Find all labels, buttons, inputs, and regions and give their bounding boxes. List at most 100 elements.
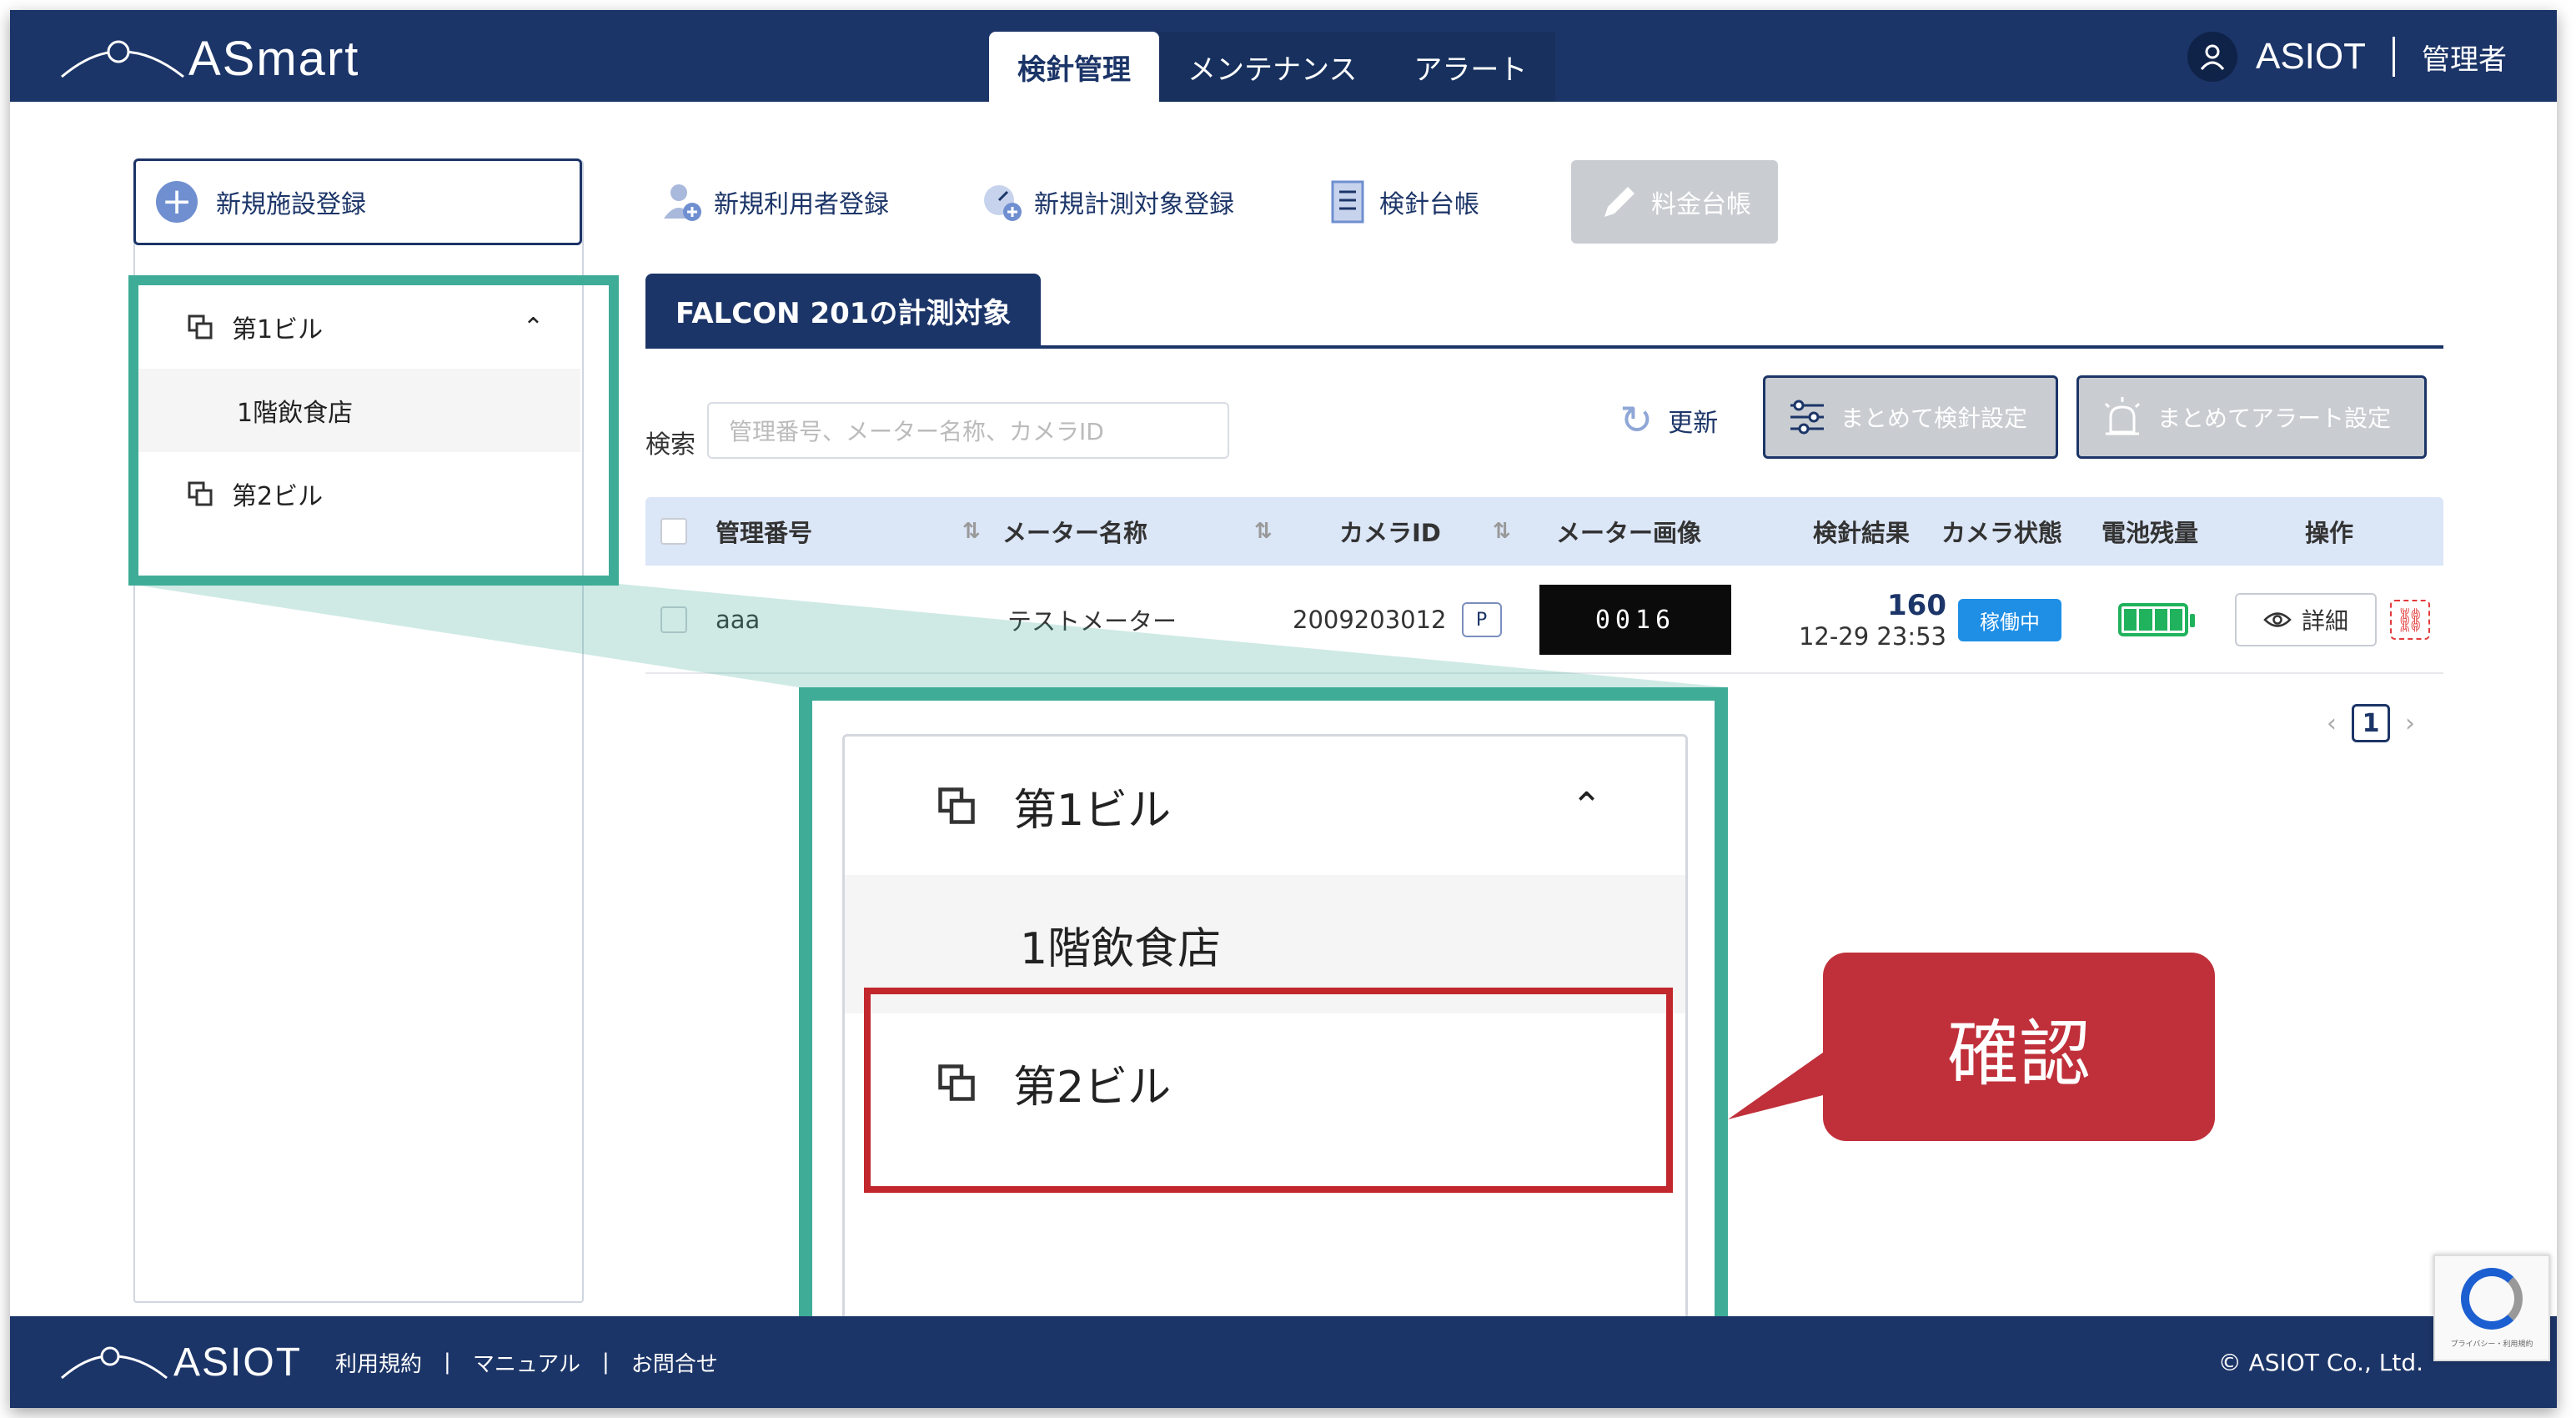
result-value: 160 <box>1887 589 1946 622</box>
section-title-tab[interactable]: FALCON 201の計測対象 <box>645 274 1042 347</box>
logo-mark-icon <box>61 40 184 78</box>
new-user-label: 新規利用者登録 <box>714 190 889 219</box>
column-label: 操作 <box>2305 519 2354 547</box>
cell-camera-id: 2009203012 P <box>1293 566 1502 674</box>
sort-icon[interactable]: ⇅ <box>1486 497 1511 566</box>
ledger-icon <box>1326 180 1369 224</box>
pencil-icon <box>1598 180 1641 224</box>
column-header-mgmt-no[interactable]: 管理番号 <box>716 497 812 566</box>
column-label: メーター名称 <box>1002 519 1148 547</box>
footer-logo-text: ASIOT <box>173 1340 303 1385</box>
column-label: 検針結果 <box>1813 519 1911 547</box>
cell-camera-status: 稼働中 <box>1958 566 2061 674</box>
fee-ledger-button[interactable]: 料金台帳 <box>1571 160 1778 244</box>
new-facility-button[interactable]: + 新規施設登録 <box>133 158 582 245</box>
column-label: メーター画像 <box>1556 519 1702 547</box>
recaptcha-text: プライバシー・利用規約 <box>2450 1340 2533 1349</box>
user-divider <box>2393 37 2395 77</box>
eye-icon <box>2263 612 2292 627</box>
highlight-red-box <box>864 988 1673 1193</box>
column-header-battery: 電池残量 <box>2101 497 2198 566</box>
table-row: aaa テストメーター 2009203012 P 0016 160 12-29 … <box>645 566 2443 674</box>
bulk-reading-label: まとめて検針設定 <box>1840 405 2028 432</box>
column-header-meter-name[interactable]: メーター名称 <box>1002 497 1147 566</box>
fee-ledger-label: 料金台帳 <box>1651 190 1751 219</box>
camera-id-text: 2009203012 <box>1293 606 1447 634</box>
new-facility-label: 新規施設登録 <box>216 190 366 219</box>
cell-meter-name: テストメーター <box>1007 607 1178 636</box>
new-user-button[interactable]: 新規利用者登録 <box>660 180 889 224</box>
column-label: カメラID <box>1339 519 1441 547</box>
user-icon <box>2187 32 2237 82</box>
tab-maintenance[interactable]: メンテナンス <box>1159 32 1386 102</box>
footer-separator: | <box>444 1350 451 1375</box>
user-menu[interactable]: ASIOT 管理者 <box>2187 27 2507 87</box>
cell-battery <box>2118 566 2195 674</box>
meter-image[interactable]: 0016 <box>1539 585 1731 655</box>
table-header: 管理番号 ⇅ メーター名称 ⇅ カメラID ⇅ メーター画像 検針結果 カメラ状… <box>645 497 2443 566</box>
footer-separator: | <box>602 1350 610 1375</box>
sliders-icon <box>1790 400 1824 435</box>
recaptcha-badge[interactable]: プライバシー・利用規約 <box>2433 1255 2550 1361</box>
add-user-icon <box>660 180 704 224</box>
select-all-checkbox[interactable] <box>660 497 687 566</box>
detail-button[interactable]: 詳細 <box>2235 593 2377 646</box>
cell-mgmt-no: aaa <box>716 606 761 634</box>
pagination: ‹ 1 › <box>2327 704 2415 742</box>
sort-icon[interactable]: ⇅ <box>1248 497 1273 566</box>
chevron-up-icon[interactable]: ⌃ <box>1571 785 1602 827</box>
tab-meter-reading[interactable]: 検針管理 <box>989 32 1159 102</box>
page-number[interactable]: 1 <box>2352 704 2390 742</box>
prev-page-icon[interactable]: ‹ <box>2327 709 2337 738</box>
column-header-camera-id[interactable]: カメラID <box>1339 497 1441 566</box>
next-page-icon[interactable]: › <box>2405 709 2415 738</box>
footer-link-contact[interactable]: お問合せ <box>631 1347 718 1378</box>
footer-link-manual[interactable]: マニュアル <box>473 1347 580 1378</box>
column-header-result: 検針結果 <box>1813 497 1910 566</box>
recaptcha-icon <box>2461 1267 2523 1330</box>
unlink-icon[interactable]: ⛓ <box>2390 600 2430 640</box>
sort-icon[interactable]: ⇅ <box>956 497 981 566</box>
building-icon <box>938 787 975 824</box>
highlight-frame <box>128 275 619 586</box>
new-target-button[interactable]: 新規計測対象登録 <box>981 180 1234 224</box>
column-header-operation: 操作 <box>2305 497 2353 566</box>
status-badge: 稼働中 <box>1958 598 2061 641</box>
bulk-alert-label: まとめてアラート設定 <box>2157 405 2392 432</box>
section-divider <box>645 345 2443 349</box>
bulk-reading-button[interactable]: まとめて検針設定 <box>1763 375 2058 459</box>
app-frame: ASmart 検針管理 メンテナンス アラート ASIOT 管理者 + 新規施設… <box>10 10 2557 1408</box>
new-target-label: 新規計測対象登録 <box>1034 190 1234 219</box>
battery-icon <box>2118 603 2195 636</box>
column-label: 電池残量 <box>2101 519 2199 547</box>
row-checkbox[interactable] <box>660 566 687 674</box>
refresh-icon: ↻ <box>1619 397 1654 444</box>
column-header-camera-status: カメラ状態 <box>1941 497 2062 566</box>
ledger-label: 検針台帳 <box>1379 190 1479 219</box>
search-input[interactable]: 管理番号、メーター名称、カメラID <box>707 402 1229 459</box>
top-header: ASmart 検針管理 メンテナンス アラート ASIOT 管理者 <box>10 10 2557 102</box>
column-label: カメラ状態 <box>1941 519 2063 547</box>
cell-meter-image[interactable]: 0016 <box>1539 566 1731 674</box>
footer-link-terms[interactable]: 利用規約 <box>335 1347 422 1378</box>
plus-icon: + <box>156 181 198 223</box>
bulk-alert-button[interactable]: まとめてアラート設定 <box>2076 375 2427 459</box>
user-role: 管理者 <box>2422 43 2507 77</box>
alarm-light-icon <box>2104 397 2141 435</box>
cell-operation: 詳細 ⛓ <box>2235 566 2430 674</box>
footer-logo[interactable]: ASIOT <box>60 1340 302 1385</box>
camera-badge[interactable]: P <box>1461 602 1502 637</box>
zoom-item-building-1[interactable]: 第1ビル ⌃ <box>845 737 1685 875</box>
tab-alert[interactable]: アラート <box>1385 32 1556 102</box>
app-logo[interactable]: ASmart <box>60 25 359 92</box>
column-label: 管理番号 <box>716 519 813 547</box>
logo-text: ASmart <box>188 31 360 86</box>
add-meter-icon <box>981 180 1024 224</box>
refresh-button[interactable]: ↻ 更新 <box>1619 397 1718 444</box>
ledger-button[interactable]: 検針台帳 <box>1326 180 1479 224</box>
zoom-item-label: 第1ビル <box>1013 785 1172 836</box>
refresh-label: 更新 <box>1668 409 1719 438</box>
search-label: 検索 <box>645 430 695 460</box>
column-header-meter-image: メーター画像 <box>1556 497 1701 566</box>
action-toolbar: 新規利用者登録 新規計測対象登録 検針台帳 料金台帳 <box>660 158 1778 245</box>
